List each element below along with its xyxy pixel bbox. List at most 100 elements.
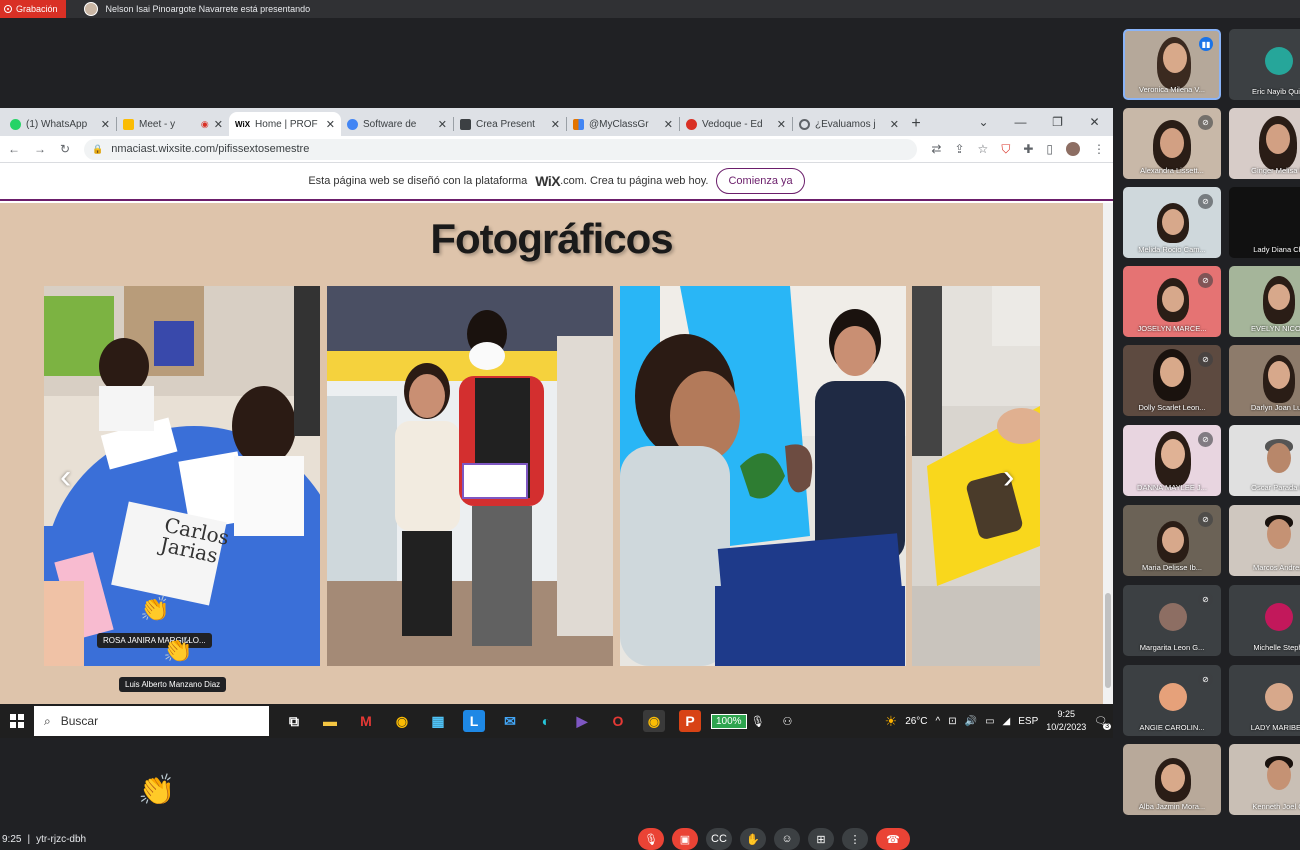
- participant-tile[interactable]: ▮▮ Veronica Milena V...: [1123, 29, 1221, 100]
- battery-indicator[interactable]: 100%: [711, 713, 747, 729]
- chrome-active-icon[interactable]: ◉: [643, 710, 665, 732]
- participant-tile[interactable]: EVELYN NICOL: [1229, 266, 1300, 337]
- tab-search-icon[interactable]: ⌄: [965, 115, 1002, 129]
- browser-tab[interactable]: (1) WhatsApp ✕: [4, 112, 116, 136]
- people-icon[interactable]: ⚇: [783, 715, 793, 728]
- extension-icon[interactable]: ⛉: [1001, 142, 1010, 157]
- browser-tab[interactable]: Vedoque - Ed ✕: [680, 112, 792, 136]
- address-bar[interactable]: 🔒 nmaciast.wixsite.com/pifissextosemestr…: [84, 138, 918, 160]
- store-icon[interactable]: ▦: [427, 710, 449, 732]
- close-window-icon[interactable]: ✕: [1076, 115, 1113, 129]
- close-icon[interactable]: ✕: [438, 118, 447, 131]
- gallery-photo[interactable]: [620, 286, 906, 666]
- participant-tile[interactable]: ⊘ Alexandra Lissett...: [1123, 108, 1221, 179]
- menu-kebab-icon[interactable]: ⋮: [1093, 142, 1105, 156]
- leave-call-icon[interactable]: ☎: [876, 828, 910, 850]
- start-now-button[interactable]: Comienza ya: [716, 168, 805, 194]
- l-app-icon[interactable]: L: [463, 710, 485, 732]
- meet-tray-icon[interactable]: ⊡: [948, 716, 956, 727]
- browser-tab[interactable]: ¿Evaluamos j ✕: [793, 112, 905, 136]
- chrome-icon[interactable]: ◉: [391, 710, 413, 732]
- close-icon[interactable]: ✕: [326, 118, 335, 131]
- notification-icon[interactable]: 🗨 3: [1094, 716, 1111, 730]
- close-icon[interactable]: ✕: [101, 118, 110, 131]
- meeting-code[interactable]: ytr-rjzc-dbh: [36, 834, 86, 845]
- participant-tile[interactable]: Michelle Steph: [1229, 585, 1300, 656]
- close-icon[interactable]: ✕: [551, 118, 560, 131]
- new-tab-button[interactable]: +: [905, 112, 927, 136]
- temperature[interactable]: 26°C: [905, 716, 927, 727]
- back-icon[interactable]: ←: [8, 142, 20, 156]
- gallery-photo[interactable]: Carlos Jarias: [44, 286, 320, 666]
- browser-tab[interactable]: Crea Present ✕: [454, 112, 566, 136]
- participant-tile[interactable]: ⊘ ANGIE CAROLIN...: [1123, 665, 1221, 736]
- participant-tile[interactable]: ⊘ Melida Rocio Cam...: [1123, 187, 1221, 258]
- profile-avatar[interactable]: [1066, 142, 1080, 156]
- mail-icon[interactable]: ✉: [499, 710, 521, 732]
- battery-tray-icon[interactable]: ▭: [985, 716, 994, 727]
- edge-icon[interactable]: ◐: [535, 710, 557, 732]
- raise-hand-icon[interactable]: ✋: [740, 828, 766, 850]
- participant-tile[interactable]: Darlyn Joan Luc: [1229, 345, 1300, 416]
- mcafee-icon[interactable]: M: [355, 710, 377, 732]
- gallery-prev-arrow-icon[interactable]: ‹: [60, 458, 71, 497]
- scrollbar-thumb[interactable]: [1105, 593, 1111, 688]
- language-indicator[interactable]: ESP: [1018, 716, 1038, 727]
- browser-tab[interactable]: Meet - y ◉ ✕: [117, 112, 229, 136]
- recording-badge[interactable]: Grabación: [0, 0, 66, 18]
- present-icon[interactable]: ⊞: [808, 828, 834, 850]
- gallery-next-arrow-icon[interactable]: ›: [1003, 458, 1014, 497]
- close-icon[interactable]: ✕: [664, 118, 673, 131]
- weather-icon[interactable]: ☀: [885, 713, 898, 730]
- chevron-up-icon[interactable]: ^: [936, 716, 941, 727]
- volume-icon[interactable]: 🔊: [965, 716, 977, 727]
- task-view-icon[interactable]: ⧉: [283, 710, 305, 732]
- participant-tile[interactable]: Alba Jazmin Mora...: [1123, 744, 1221, 815]
- participant-tile[interactable]: ⊘ JOSELYN MARCE...: [1123, 266, 1221, 337]
- taskbar-search[interactable]: ⌕ Buscar: [34, 706, 269, 736]
- page-scrollbar[interactable]: [1103, 203, 1113, 704]
- wifi-icon[interactable]: ◢: [1003, 716, 1011, 727]
- participant-tile[interactable]: ⊘ Dolly Scarlet Leon...: [1123, 345, 1221, 416]
- media-player-icon[interactable]: ▶: [571, 710, 593, 732]
- participant-tile[interactable]: ⊘ Margarita Leon G...: [1123, 585, 1221, 656]
- mic-icon[interactable]: 🎙: [751, 715, 765, 728]
- translate-icon[interactable]: ⇄: [931, 142, 941, 156]
- participant-tile[interactable]: ⊘ Maria Delisse Ib...: [1123, 505, 1221, 576]
- camera-toggle-icon[interactable]: ▣: [672, 828, 698, 850]
- gallery-photo[interactable]: [327, 286, 613, 666]
- lock-icon[interactable]: 🔒: [92, 144, 103, 155]
- participant-tile[interactable]: Oscar Parada C: [1229, 425, 1300, 496]
- opera-icon[interactable]: O: [607, 710, 629, 732]
- participant-tile[interactable]: Marcos Andres: [1229, 505, 1300, 576]
- browser-tab[interactable]: @MyClassGr ✕: [567, 112, 679, 136]
- gallery-photo[interactable]: [912, 286, 1040, 666]
- close-icon[interactable]: ✕: [890, 118, 899, 131]
- mic-toggle-icon[interactable]: 🎙: [638, 828, 664, 850]
- participant-tile[interactable]: Ginger Melisa R: [1229, 108, 1300, 179]
- participant-tile[interactable]: LADY MARIBEL: [1229, 665, 1300, 736]
- minimize-icon[interactable]: —: [1002, 115, 1039, 129]
- reload-icon[interactable]: ↻: [60, 142, 70, 156]
- powerpoint-icon[interactable]: P: [679, 710, 701, 732]
- browser-tab-active[interactable]: WiX Home | PROF ✕: [229, 112, 341, 136]
- bookmark-star-icon[interactable]: ☆: [978, 142, 989, 156]
- side-panel-icon[interactable]: ▯: [1046, 142, 1053, 156]
- participant-tile[interactable]: Lady Diana Ch: [1229, 187, 1300, 258]
- share-icon[interactable]: ⇪: [954, 142, 964, 156]
- browser-tab[interactable]: Software de ✕: [341, 112, 453, 136]
- participant-tile[interactable]: Eric Nayib Quin: [1229, 29, 1300, 100]
- emoji-icon[interactable]: ☺: [774, 828, 800, 850]
- participant-tile[interactable]: ⊘ DANNA MAYLEE J...: [1123, 425, 1221, 496]
- close-icon[interactable]: ✕: [777, 118, 786, 131]
- forward-icon[interactable]: →: [34, 142, 46, 156]
- close-icon[interactable]: ✕: [214, 118, 223, 131]
- more-options-icon[interactable]: ⋮: [842, 828, 868, 850]
- start-button[interactable]: [0, 714, 34, 728]
- participant-tile[interactable]: Kenneth Joel C: [1229, 744, 1300, 815]
- restore-icon[interactable]: ❐: [1039, 115, 1076, 129]
- captions-icon[interactable]: CC: [706, 828, 732, 850]
- file-explorer-icon[interactable]: ▬: [319, 710, 341, 732]
- puzzle-icon[interactable]: ✚: [1023, 142, 1033, 156]
- clock[interactable]: 9:25 10/2/2023: [1046, 708, 1086, 734]
